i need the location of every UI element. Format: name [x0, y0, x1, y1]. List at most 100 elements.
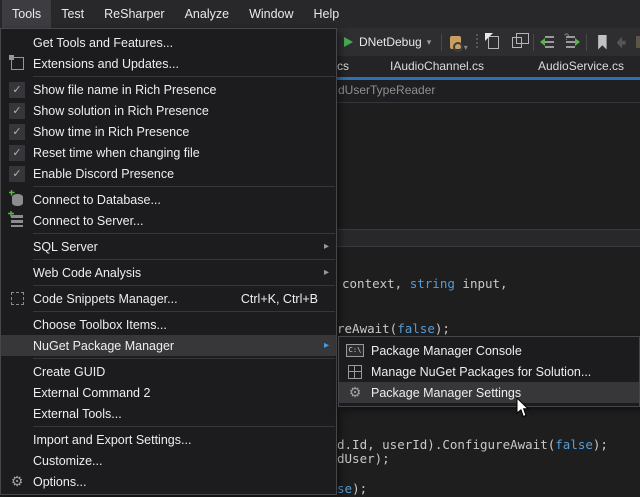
- menu-item-label: Connect to Server...: [33, 214, 336, 228]
- menu-item-options[interactable]: Options...: [1, 471, 336, 492]
- bookmark-icon[interactable]: [598, 35, 606, 50]
- code-line: dUser);: [337, 452, 390, 466]
- run-play-icon[interactable]: [344, 37, 353, 47]
- menu-item-nuget-package-manager[interactable]: NuGet Package Manager: [1, 335, 336, 356]
- grip-dots-icon[interactable]: [476, 34, 478, 50]
- menu-item-label: Choose Toolbox Items...: [33, 318, 336, 332]
- code-token: reAwait(: [337, 321, 397, 336]
- copy-frame-icon[interactable]: [512, 37, 522, 48]
- menubar-item-help[interactable]: Help: [304, 0, 350, 28]
- menu-item-choose-toolbox-items[interactable]: Choose Toolbox Items...: [1, 314, 336, 335]
- toolbar-separator: [441, 34, 442, 51]
- menu-item-icon-cell: [1, 292, 33, 305]
- menu-item-show-time-in-rich-presence[interactable]: Show time in Rich Presence: [1, 121, 336, 142]
- document-tab-cs[interactable]: cs: [337, 59, 349, 73]
- menu-item-external-command-2[interactable]: External Command 2: [1, 382, 336, 403]
- code-token-keyword: string: [410, 276, 455, 291]
- menu-item-label: Package Manager Console: [371, 344, 639, 358]
- menu-item-connect-to-server[interactable]: Connect to Server...: [1, 210, 336, 231]
- menu-item-label: Connect to Database...: [33, 193, 336, 207]
- menu-item-icon-cell: [1, 166, 33, 182]
- unindent-lines-icon[interactable]: [545, 36, 554, 48]
- clipped-edge-icon[interactable]: [636, 36, 640, 48]
- toolbar-separator: [586, 34, 587, 51]
- dropdown-arrow-icon[interactable]: [427, 37, 432, 48]
- server-icon: [11, 215, 23, 227]
- menu-item-package-manager-console[interactable]: C:\ Package Manager Console: [339, 340, 639, 361]
- menu-separator: [33, 233, 335, 234]
- menu-item-package-manager-settings[interactable]: Package Manager Settings: [339, 382, 639, 403]
- menu-item-connect-to-database[interactable]: Connect to Database...: [1, 189, 336, 210]
- gear-icon: [349, 386, 362, 400]
- console-icon: C:\: [346, 344, 364, 357]
- code-token: dUser);: [337, 451, 390, 466]
- menu-item-create-guid[interactable]: Create GUID: [1, 361, 336, 382]
- code-line: context, string input,: [342, 277, 508, 291]
- code-token-keyword: false: [397, 321, 435, 336]
- next-bookmark-icon[interactable]: [617, 36, 626, 49]
- code-line: se);: [337, 482, 367, 496]
- menu-item-label: Enable Discord Presence: [33, 167, 336, 181]
- navigation-type-label[interactable]: dUserTypeReader: [338, 83, 435, 97]
- menu-separator: [33, 285, 335, 286]
- package-icon: [348, 365, 362, 379]
- menu-item-icon-cell: [1, 194, 33, 206]
- checkmark-icon: [9, 166, 25, 182]
- menu-item-icon-cell: [1, 145, 33, 161]
- menu-item-label: Show solution in Rich Presence: [33, 104, 336, 118]
- navigate-frame-icon[interactable]: [488, 36, 499, 49]
- document-tab-iaudiochannel-cs[interactable]: IAudioChannel.cs: [390, 59, 484, 73]
- code-line: reAwait(false);: [337, 322, 450, 336]
- menu-item-get-tools-and-features[interactable]: Get Tools and Features...: [1, 32, 336, 53]
- tools-menu-popup: Get Tools and Features... Extensions and …: [0, 28, 337, 495]
- menubar-item-analyze[interactable]: Analyze: [175, 0, 239, 28]
- menu-item-sql-server[interactable]: SQL Server: [1, 236, 336, 257]
- code-token: d.Id, userId).ConfigureAwait(: [337, 437, 555, 452]
- submenu-arrow-icon: [324, 241, 329, 252]
- menubar-item-window[interactable]: Window: [239, 0, 303, 28]
- menu-item-reset-time-when-changing-file[interactable]: Reset time when changing file: [1, 142, 336, 163]
- menu-item-icon-cell: [1, 215, 33, 227]
- menu-item-icon-cell: [339, 365, 371, 379]
- menu-item-icon-cell: [339, 386, 371, 400]
- toolbar-separator: [533, 34, 534, 51]
- menu-item-web-code-analysis[interactable]: Web Code Analysis: [1, 262, 336, 283]
- menu-item-external-tools[interactable]: External Tools...: [1, 403, 336, 424]
- menu-separator: [33, 186, 335, 187]
- code-token-keyword: false: [555, 437, 593, 452]
- menu-item-show-solution-in-rich-presence[interactable]: Show solution in Rich Presence: [1, 100, 336, 121]
- menu-item-label: Create GUID: [33, 365, 336, 379]
- menu-item-label: Extensions and Updates...: [33, 57, 336, 71]
- indent-lines-icon[interactable]: [566, 36, 575, 48]
- document-tab-audioservice-cs[interactable]: AudioService.cs: [538, 59, 624, 73]
- menu-item-manage-nuget-packages-for-solution[interactable]: Manage NuGet Packages for Solution...: [339, 361, 639, 382]
- code-token: );: [435, 321, 450, 336]
- menubar-item-tools[interactable]: Tools: [2, 0, 51, 28]
- checkmark-icon: [9, 103, 25, 119]
- nuget-submenu-popup: C:\ Package Manager Console Manage NuGet P…: [338, 336, 640, 407]
- menu-item-code-snippets-manager[interactable]: Code Snippets Manager...Ctrl+K, Ctrl+B: [1, 288, 336, 309]
- menu-item-shortcut: Ctrl+K, Ctrl+B: [241, 292, 318, 306]
- menu-item-enable-discord-presence[interactable]: Enable Discord Presence: [1, 163, 336, 184]
- mouse-cursor: [516, 398, 532, 424]
- menu-item-label: Show file name in Rich Presence: [33, 83, 336, 97]
- menu-item-extensions-and-updates[interactable]: Extensions and Updates...: [1, 53, 336, 74]
- submenu-arrow-icon: [324, 340, 329, 351]
- extensions-icon: [11, 57, 24, 70]
- menu-item-label: Options...: [33, 475, 336, 489]
- menu-item-show-file-name-in-rich-presence[interactable]: Show file name in Rich Presence: [1, 79, 336, 100]
- menubar-item-test[interactable]: Test: [51, 0, 94, 28]
- menu-item-label: Package Manager Settings: [371, 386, 639, 400]
- menu-item-label: Get Tools and Features...: [33, 36, 336, 50]
- menu-item-customize[interactable]: Customize...: [1, 450, 336, 471]
- menu-item-import-and-export-settings[interactable]: Import and Export Settings...: [1, 429, 336, 450]
- database-icon: [12, 194, 23, 206]
- find-dropdown-icon[interactable]: [464, 43, 468, 52]
- code-token: );: [352, 481, 367, 496]
- find-in-files-icon[interactable]: [450, 36, 461, 49]
- code-line: d.Id, userId).ConfigureAwait(false);: [337, 438, 608, 452]
- menu-separator: [33, 426, 335, 427]
- menubar-item-resharper[interactable]: ReSharper: [94, 0, 174, 28]
- run-configuration-label[interactable]: DNetDebug: [359, 35, 422, 49]
- checkmark-icon: [9, 145, 25, 161]
